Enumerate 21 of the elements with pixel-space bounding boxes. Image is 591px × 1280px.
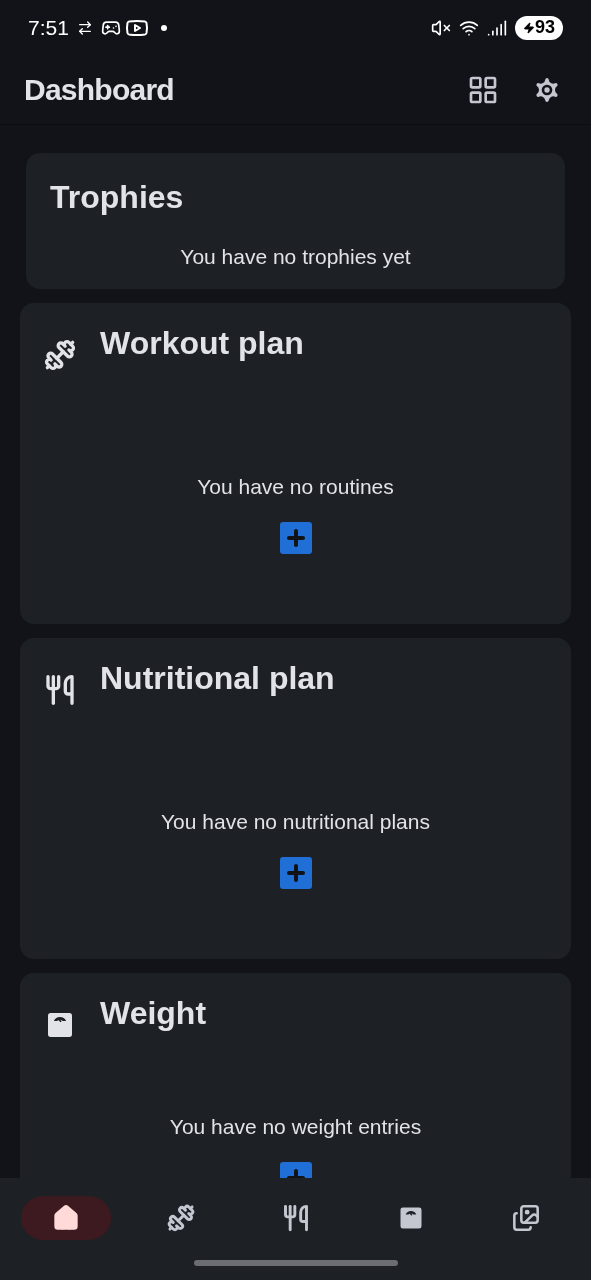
fork-knife-icon: [44, 673, 76, 706]
battery-indicator: 93: [514, 15, 563, 40]
mute-icon: [430, 17, 451, 38]
card-title: Nutritional plan: [100, 658, 335, 698]
empty-message: You have no trophies yet: [180, 244, 411, 270]
card-title: Weight: [100, 993, 207, 1033]
home-icon: [51, 1204, 80, 1232]
status-time: 7:51: [28, 14, 69, 41]
images-icon: [511, 1204, 540, 1232]
empty-message: You have no nutritional plans: [161, 808, 430, 835]
fork-knife-icon: [281, 1204, 310, 1232]
card-title: Workout plan: [100, 323, 304, 363]
nav-tab[interactable]: [20, 1196, 111, 1240]
empty-message: You have no routines: [197, 473, 394, 500]
page-title: Dashboard: [24, 72, 174, 108]
dumbbell-icon: [166, 1204, 195, 1232]
empty-message: You have no weight entries: [169, 1113, 422, 1140]
data-saver-icon: [76, 19, 93, 36]
card-title: Trophies: [50, 178, 185, 217]
charging-icon: [522, 21, 535, 34]
dumbbell-icon: [44, 338, 76, 371]
